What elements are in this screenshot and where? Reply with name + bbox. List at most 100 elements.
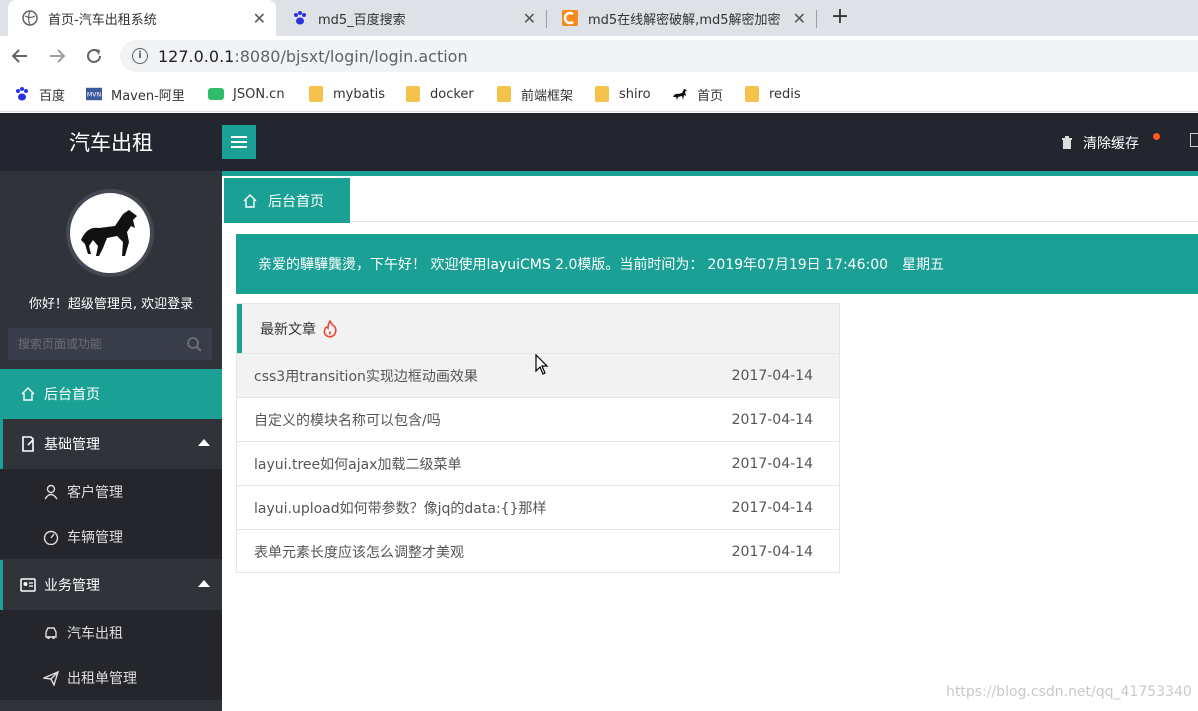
user-icon [43, 484, 59, 500]
new-tab-button[interactable]: + [828, 4, 852, 30]
folder-icon [744, 86, 760, 102]
bookmark-label: redis [769, 86, 801, 102]
bookmark-baidu[interactable]: 百度 [14, 84, 65, 104]
tab-dashboard-home[interactable]: 后台首页 [224, 178, 350, 223]
folder-icon [308, 86, 324, 102]
tab-separator [816, 10, 817, 28]
sidebar-search[interactable] [8, 328, 212, 360]
group-accent-bar [0, 419, 3, 469]
caret-up-icon [198, 580, 210, 587]
caret-up-icon [198, 439, 210, 446]
browser-tab-car-rental[interactable]: 首页-汽车出租系统 ✕ [8, 0, 276, 36]
article-row[interactable]: layui.upload如何带参数？像jq的data:{}那样 2017-04-… [237, 485, 839, 529]
url-host: 127.0.0.1 [158, 46, 235, 66]
tab-separator [546, 10, 547, 28]
reload-icon[interactable] [82, 44, 106, 68]
menu-toggle-button[interactable] [222, 125, 256, 159]
article-date: 2017-04-14 [731, 455, 813, 472]
sidebar-item-car-rental[interactable]: 汽车出租 [0, 610, 222, 655]
app-brand: 汽车出租 [69, 131, 153, 155]
sidebar-item-rental-orders[interactable]: 出租单管理 [0, 655, 222, 700]
welcome-banner: 亲爱的驊驊龔燙，下午好！ 欢迎使用layuiCMS 2.0模版。当前时间为： 2… [236, 234, 1198, 294]
article-date: 2017-04-14 [731, 411, 813, 428]
watermark-text: https://blog.csdn.net/qq_41753340 [946, 684, 1192, 700]
json-icon [208, 86, 224, 102]
article-date: 2017-04-14 [731, 499, 813, 516]
welcome-text: 亲爱的驊驊龔燙，下午好！ 欢迎使用layuiCMS 2.0模版。当前时间为： [258, 257, 704, 273]
browser-tab-strip: 首页-汽车出租系统 ✕ md5_百度搜索 ✕ md5在线解密破解,md5解密加密… [0, 0, 1198, 36]
close-tab-icon[interactable]: ✕ [253, 9, 266, 28]
fire-icon [323, 319, 337, 338]
address-bar[interactable]: i 127.0.0.1:8080/bjsxt/login/login.actio… [120, 40, 1198, 72]
sidebar-item-customers[interactable]: 客户管理 [0, 469, 222, 514]
tab-title: md5在线解密破解,md5解密加密 [588, 12, 781, 28]
bookmark-label: mybatis [333, 86, 386, 102]
lock-icon[interactable] [1190, 133, 1198, 147]
article-row[interactable]: 自定义的模块名称可以包含/吗 2017-04-14 [237, 397, 839, 441]
content-tab-bar: 后台首页 [222, 176, 1198, 223]
sidebar-item-label: 基础管理 [44, 437, 100, 453]
globe-icon [22, 10, 38, 26]
close-tab-icon[interactable]: ✕ [523, 9, 536, 28]
search-icon[interactable] [186, 336, 202, 352]
bookmark-shiro[interactable]: shiro [594, 84, 651, 104]
home-icon [20, 386, 36, 402]
tab-label: 后台首页 [268, 193, 324, 210]
bookmark-redis[interactable]: redis [744, 84, 801, 104]
bookmark-label: shiro [619, 86, 651, 102]
bookmark-maven[interactable]: MVN Maven-阿里 [86, 84, 185, 104]
hamburger-icon [231, 141, 247, 143]
article-title: layui.upload如何带参数？像jq的data:{}那样 [254, 500, 547, 517]
bookmark-mybatis[interactable]: mybatis [308, 84, 385, 104]
back-arrow-icon[interactable] [8, 44, 32, 68]
tab-title: 首页-汽车出租系统 [48, 12, 157, 28]
sidebar-search-input[interactable] [18, 337, 168, 351]
bookmark-label: docker [430, 86, 474, 102]
article-title: css3用transition实现边框动画效果 [254, 368, 478, 385]
current-time: 2019年07月19日 17:46:00 星期五 [707, 257, 945, 273]
clear-cache-button[interactable]: 清除缓存 [1060, 133, 1139, 153]
sidebar-group-basic[interactable]: 基础管理 [0, 419, 222, 469]
horse-icon [81, 210, 137, 256]
sidebar: 你好！超级管理员, 欢迎登录 后台首页 基础管理 客户管理 车辆管理 业务管理 … [0, 171, 222, 711]
document-icon [20, 436, 36, 452]
panel-header: 最新文章 [237, 304, 839, 353]
id-card-icon [20, 577, 36, 593]
horse-icon [672, 86, 688, 102]
bookmark-label: 前端框架 [521, 88, 574, 104]
article-title: 表单元素长度应该怎么调整才美观 [254, 544, 464, 561]
gauge-icon [43, 529, 59, 545]
bookmark-label: 首页 [697, 88, 724, 104]
folder-icon [594, 86, 610, 102]
bookmark-frontend[interactable]: 前端框架 [496, 84, 573, 104]
article-row[interactable]: layui.tree如何ajax加载二级菜单 2017-04-14 [237, 441, 839, 485]
article-title: layui.tree如何ajax加载二级菜单 [254, 456, 462, 473]
sidebar-group-business[interactable]: 业务管理 [0, 560, 222, 610]
mouse-cursor-icon [535, 354, 549, 375]
bookmark-home[interactable]: 首页 [672, 84, 723, 104]
bookmark-json[interactable]: JSON.cn [208, 84, 285, 104]
sidebar-item-vehicles[interactable]: 车辆管理 [0, 514, 222, 559]
browser-tab-md5-baidu[interactable]: md5_百度搜索 ✕ [278, 0, 546, 36]
folder-icon [405, 86, 421, 102]
browser-tab-md5-decrypt[interactable]: md5在线解密破解,md5解密加密 ✕ [548, 0, 816, 36]
folder-icon [496, 86, 512, 102]
avatar[interactable] [66, 189, 154, 277]
svg-text:MVN: MVN [87, 92, 102, 99]
sidebar-item-label: 汽车出租 [67, 625, 123, 642]
forward-arrow-icon[interactable] [45, 44, 69, 68]
close-tab-icon[interactable]: ✕ [793, 9, 806, 28]
info-icon[interactable]: i [132, 48, 148, 64]
sidebar-item-label: 出租单管理 [67, 670, 137, 687]
sidebar-item-label: 客户管理 [67, 484, 123, 501]
bookmark-docker[interactable]: docker [405, 84, 474, 104]
article-row[interactable]: 表单元素长度应该怎么调整才美观 2017-04-14 [237, 529, 839, 573]
car-icon [43, 625, 59, 641]
main-content: 后台首页 亲爱的驊驊龔燙，下午好！ 欢迎使用layuiCMS 2.0模版。当前时… [222, 176, 1198, 711]
bookmark-label: JSON.cn [233, 86, 285, 102]
sidebar-item-home[interactable]: 后台首页 [0, 369, 222, 419]
sidebar-item-label: 车辆管理 [67, 529, 123, 546]
baidu-paw-icon [14, 86, 30, 102]
browser-toolbar: i 127.0.0.1:8080/bjsxt/login/login.actio… [0, 36, 1198, 76]
bookmarks-bar: 百度 MVN Maven-阿里 JSON.cn mybatis docker 前… [0, 76, 1198, 112]
